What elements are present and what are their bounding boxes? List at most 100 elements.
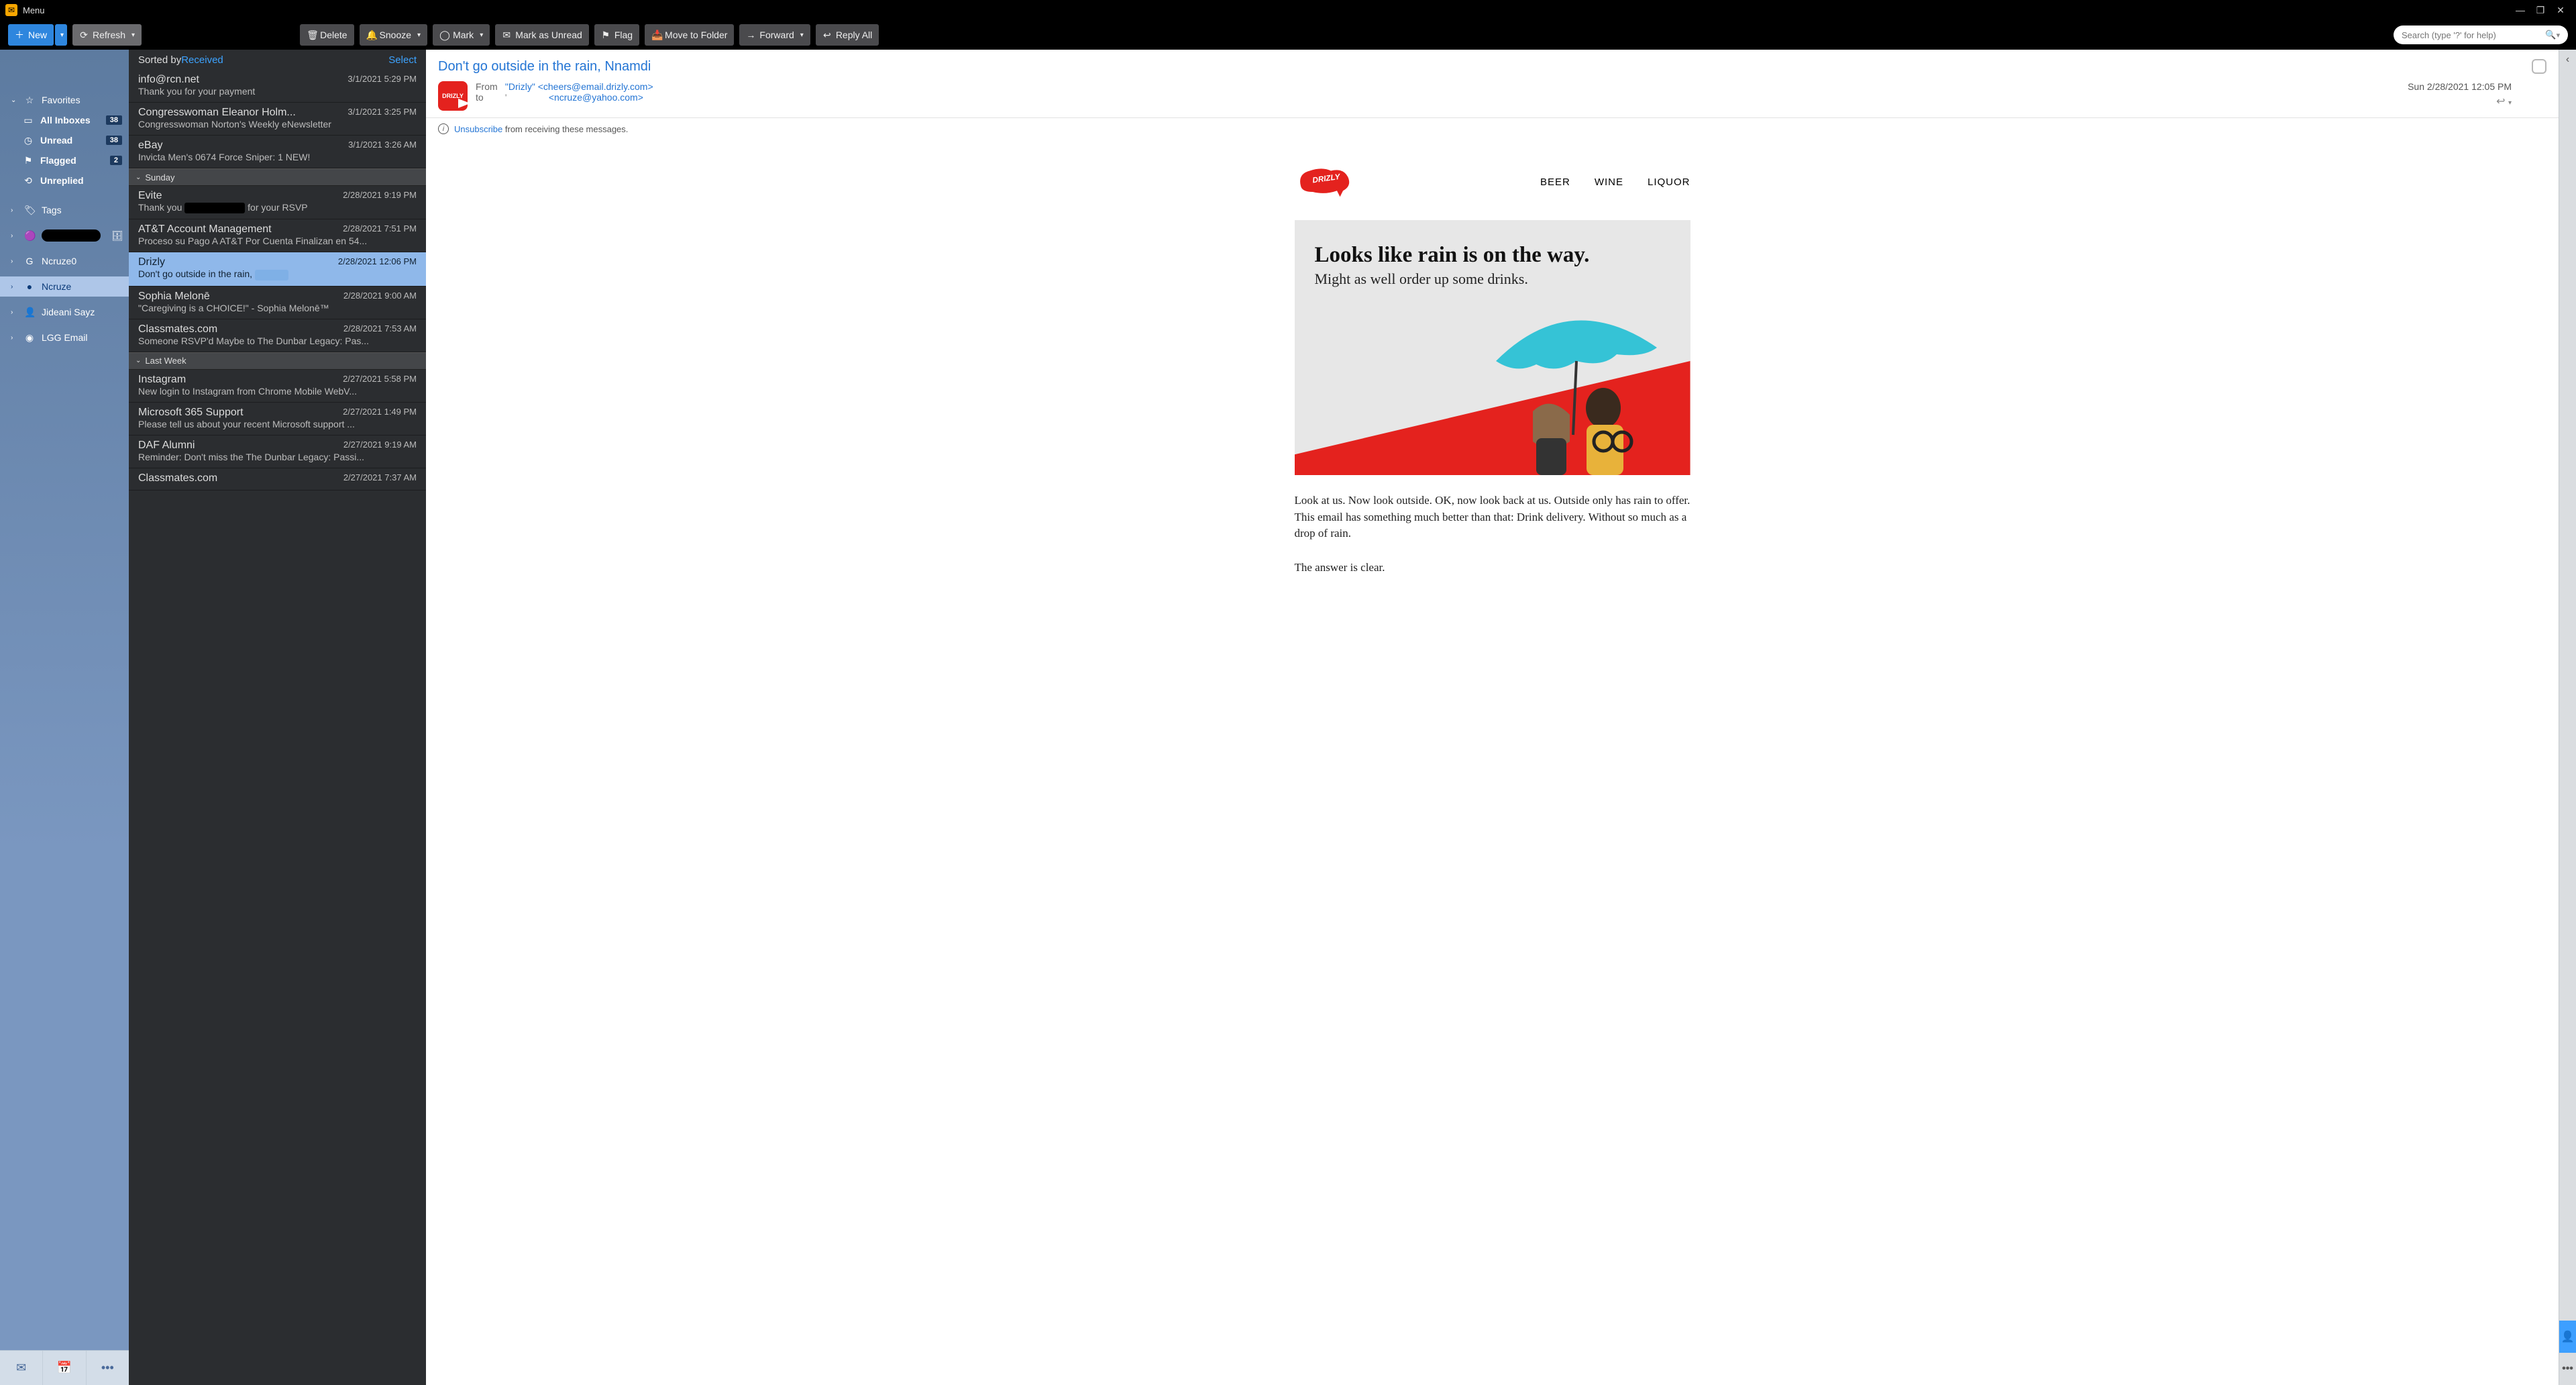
bell-icon: 🔔 xyxy=(366,30,376,41)
reply-icon[interactable]: ↩ xyxy=(2496,96,2505,107)
message-snippet: Thank you for your payment xyxy=(138,86,417,97)
reply-all-button[interactable]: ↩Reply All xyxy=(816,24,879,46)
date-group-header[interactable]: ⌄Last Week xyxy=(129,352,426,370)
mail-icon: ✉ xyxy=(16,1361,26,1375)
sidebar-account-0[interactable]: › 🟣 🗄 xyxy=(0,225,129,246)
calendar-tab[interactable]: 📅 xyxy=(43,1351,86,1385)
sidebar-tags[interactable]: ›🏷Tags xyxy=(0,200,129,220)
sidebar-account-1[interactable]: ›GNcruze0 xyxy=(0,251,129,271)
title-bar: ✉ Menu — ❐ ✕ xyxy=(0,0,2576,20)
select-link[interactable]: Select xyxy=(388,54,417,66)
to-address[interactable]: <ncruze@yahoo.com> xyxy=(549,92,643,103)
window-maximize-button[interactable]: ❐ xyxy=(2530,5,2551,16)
unsubscribe-link[interactable]: Unsubscribe xyxy=(454,124,502,134)
refresh-icon: ⟳ xyxy=(79,30,89,41)
plus-icon: ＋ xyxy=(15,28,24,42)
sort-header[interactable]: Sorted by Received Select xyxy=(129,50,426,70)
refresh-button[interactable]: ⟳Refresh▾ xyxy=(72,24,142,46)
chevron-right-icon: › xyxy=(11,258,17,265)
message-from: Classmates.com xyxy=(138,323,338,336)
body-paragraph-2: The answer is clear. xyxy=(1295,560,1690,576)
move-folder-button[interactable]: 📥Move to Folder xyxy=(645,24,734,46)
message-item[interactable]: Drizly2/28/2021 12:06 PMDon't go outside… xyxy=(129,252,426,286)
new-button[interactable]: ＋New xyxy=(8,24,54,46)
star-icon: ☆ xyxy=(24,95,35,106)
sidebar-unread[interactable]: ◷Unread38 xyxy=(0,130,129,150)
search-box[interactable]: 🔍▾ xyxy=(2394,25,2568,44)
sidebar-unreplied[interactable]: ⟲Unreplied xyxy=(0,170,129,191)
search-input[interactable] xyxy=(2402,30,2545,40)
chevron-right-icon: › xyxy=(11,232,17,240)
message-snippet: Someone RSVP'd Maybe to The Dunbar Legac… xyxy=(138,336,417,346)
message-subject: Don't go outside in the rain, Nnamdi xyxy=(438,59,2512,74)
snooze-button[interactable]: 🔔Snooze▾ xyxy=(360,24,428,46)
flag-icon: ⚑ xyxy=(23,155,34,166)
mark-unread-button[interactable]: ✉Mark as Unread xyxy=(495,24,589,46)
sidebar-favorites[interactable]: ⌄☆Favorites xyxy=(0,90,129,110)
date-group-header[interactable]: ⌄Sunday xyxy=(129,168,426,186)
contacts-button[interactable]: 👤 xyxy=(2559,1321,2576,1353)
message-item[interactable]: Classmates.com2/28/2021 7:53 AMSomeone R… xyxy=(129,319,426,352)
message-date: 2/28/2021 9:00 AM xyxy=(343,291,417,303)
archive-icon: 🗄 xyxy=(111,230,122,242)
message-item[interactable]: Congresswoman Eleanor Holm...3/1/2021 3:… xyxy=(129,103,426,136)
count-badge: 38 xyxy=(106,136,122,145)
mark-button[interactable]: ◯Mark▾ xyxy=(433,24,490,46)
chevron-down-icon: ⌄ xyxy=(136,357,141,364)
message-item[interactable]: info@rcn.net3/1/2021 5:29 PMThank you fo… xyxy=(129,70,426,103)
nav-wine[interactable]: WINE xyxy=(1595,176,1623,188)
message-from: Instagram xyxy=(138,374,337,386)
message-item[interactable]: Evite2/28/2021 9:19 PMThank you for your… xyxy=(129,186,426,219)
account-icon: 🟣 xyxy=(24,230,35,242)
message-from: info@rcn.net xyxy=(138,74,342,86)
arrow-right-icon: → xyxy=(746,30,755,40)
message-item[interactable]: Sophia Melonē2/28/2021 9:00 AM"Caregivin… xyxy=(129,287,426,319)
delete-button[interactable]: 🗑Delete xyxy=(300,24,354,46)
sidebar-all-inboxes[interactable]: ▭All Inboxes38 xyxy=(0,110,129,130)
chevron-down-icon: ▾ xyxy=(417,32,421,39)
message-checkbox[interactable] xyxy=(2532,59,2546,74)
message-item[interactable]: eBay3/1/2021 3:26 AMInvicta Men's 0674 F… xyxy=(129,136,426,168)
more-tab[interactable]: ••• xyxy=(87,1351,129,1385)
more-actions-button[interactable]: ••• xyxy=(2559,1353,2576,1385)
menu-label[interactable]: Menu xyxy=(23,5,45,15)
chevron-down-icon: ▾ xyxy=(480,32,483,39)
chevron-left-icon: ‹ xyxy=(2566,54,2569,66)
from-address[interactable]: <cheers@email.drizly.com> xyxy=(538,81,653,92)
message-item[interactable]: Instagram2/27/2021 5:58 PMNew login to I… xyxy=(129,370,426,403)
message-from: Microsoft 365 Support xyxy=(138,407,337,419)
unsubscribe-bar: i Unsubscribe from receiving these messa… xyxy=(426,118,2559,140)
chevron-down-icon[interactable]: ▾ xyxy=(2508,99,2512,107)
mail-tab[interactable]: ✉ xyxy=(0,1351,43,1385)
window-close-button[interactable]: ✕ xyxy=(2551,5,2571,16)
more-icon: ••• xyxy=(101,1361,114,1375)
drizly-logo: DRIZLY xyxy=(1295,160,1355,204)
nav-liquor[interactable]: LIQUOR xyxy=(1648,176,1690,188)
message-item[interactable]: AT&T Account Management2/28/2021 7:51 PM… xyxy=(129,219,426,252)
message-item[interactable]: Classmates.com2/27/2021 7:37 AM xyxy=(129,468,426,491)
from-name[interactable]: "Drizly" xyxy=(505,81,535,92)
sidebar-account-3[interactable]: ›👤Jideani Sayz xyxy=(0,302,129,322)
sidebar-account-2[interactable]: ›●Ncruze xyxy=(0,276,129,297)
sidebar-account-4[interactable]: ›◉LGG Email xyxy=(0,327,129,348)
forward-button[interactable]: →Forward▾ xyxy=(739,24,810,46)
message-date: 2/28/2021 7:51 PM xyxy=(343,223,417,236)
window-minimize-button[interactable]: — xyxy=(2510,5,2530,15)
new-dropdown-button[interactable]: ▾ xyxy=(55,24,67,46)
message-item[interactable]: DAF Alumni2/27/2021 9:19 AMReminder: Don… xyxy=(129,435,426,468)
message-date: 3/1/2021 3:25 PM xyxy=(347,107,417,119)
message-snippet: Please tell us about your recent Microso… xyxy=(138,419,417,429)
message-snippet: New login to Instagram from Chrome Mobil… xyxy=(138,386,417,397)
nav-beer[interactable]: BEER xyxy=(1540,176,1570,188)
collapse-right-button[interactable]: ‹ xyxy=(2559,50,2576,70)
umbrella-illustration xyxy=(1469,301,1670,475)
sidebar-flagged[interactable]: ⚑Flagged2 xyxy=(0,150,129,170)
calendar-icon: 📅 xyxy=(57,1361,72,1375)
reply-icon: ⟲ xyxy=(23,175,34,187)
message-list: Sorted by Received Select info@rcn.net3/… xyxy=(129,50,426,1385)
flag-button[interactable]: ⚑Flag xyxy=(594,24,639,46)
sidebar: ⌄☆Favorites ▭All Inboxes38 ◷Unread38 ⚑Fl… xyxy=(0,50,129,1385)
message-item[interactable]: Microsoft 365 Support2/27/2021 1:49 PMPl… xyxy=(129,403,426,435)
message-from: DAF Alumni xyxy=(138,440,338,452)
message-date: 2/28/2021 9:19 PM xyxy=(343,190,417,202)
